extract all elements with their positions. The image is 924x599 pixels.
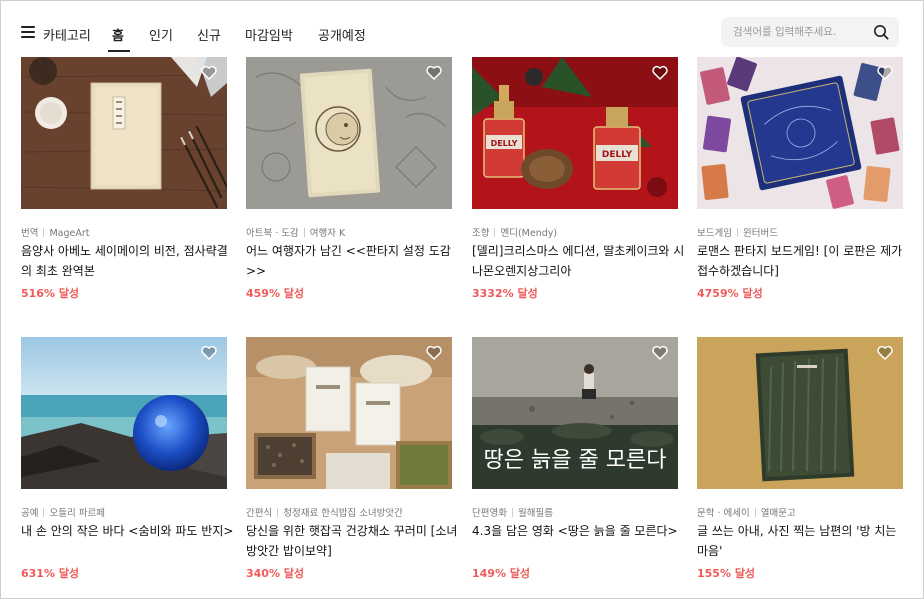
heart-icon[interactable] — [201, 345, 217, 360]
project-creator: MageArt — [49, 228, 90, 239]
project-category: 공예 오들리 파르페 — [21, 508, 105, 519]
funding-rate: 340% 달성 — [246, 567, 305, 580]
funding-rate: 3332% 달성 — [472, 287, 538, 300]
heart-icon[interactable] — [877, 345, 893, 360]
project-title[interactable]: 어느 여행자가 남긴 <<판타지 설정 도감>> — [246, 241, 460, 281]
project-creator: 멘디(Mendy) — [500, 228, 558, 239]
project-thumbnail — [21, 57, 227, 209]
project-title[interactable]: 글 쓰는 아내, 사진 찍는 남편의 '방 치는 마음' — [697, 521, 911, 561]
project-creator: 열매문고 — [760, 508, 796, 519]
heart-icon[interactable] — [201, 65, 217, 80]
funding-rate: 516% 달성 — [21, 287, 80, 300]
active-tab-indicator — [108, 50, 130, 52]
project-thumbnail — [246, 57, 452, 209]
project-creator: 여행자 K — [309, 228, 346, 239]
project-category: 아트북 · 도감 여행자 K — [246, 228, 346, 239]
search-icon[interactable] — [873, 24, 889, 40]
project-category: 보드게임 윈터버드 — [697, 228, 778, 239]
heart-icon[interactable] — [652, 345, 668, 360]
project-title[interactable]: 음양사 아베노 세이메이의 비전, 점사략결의 최초 완역본 — [21, 241, 235, 281]
svg-text:DELLY: DELLY — [491, 139, 518, 148]
project-creator: 윈터버드 — [742, 228, 778, 239]
funding-rate: 631% 달성 — [21, 567, 80, 580]
project-category: 간편식 청정재료 한식밥집 소녀방앗간 — [246, 508, 403, 519]
search-bar — [721, 17, 899, 47]
search-input[interactable] — [733, 24, 863, 40]
project-thumbnail — [697, 337, 903, 489]
tab-new[interactable]: 신규 — [197, 25, 221, 44]
project-thumbnail — [697, 57, 903, 209]
project-thumbnail — [246, 337, 452, 489]
tab-popular[interactable]: 인기 — [149, 25, 173, 44]
page-viewport: 카테고리 홈 인기 신규 마감임박 공개예정 검색어를 입력해주세요. 번역 M… — [13, 11, 913, 591]
project-thumbnail: DELLY DELLY — [472, 57, 678, 209]
svg-text:DELLY: DELLY — [602, 150, 633, 160]
tab-upcoming[interactable]: 공개예정 — [318, 25, 366, 44]
heart-icon[interactable] — [426, 345, 442, 360]
tab-home[interactable]: 홈 — [112, 25, 124, 44]
project-title[interactable]: 내 손 안의 작은 바다 <숨비와 파도 반지> — [21, 521, 235, 541]
funding-rate: 4759% 달성 — [697, 287, 763, 300]
project-creator: 청정재료 한식밥집 소녀방앗간 — [283, 508, 403, 519]
tab-closing-soon[interactable]: 마감임박 — [245, 25, 293, 44]
project-category: 문학 · 에세이 열매문고 — [697, 508, 796, 519]
hamburger-menu-icon[interactable] — [21, 26, 35, 38]
project-title[interactable]: 로맨스 판타지 보드게임! [이 로판은 제가 접수하겠습니다] — [697, 241, 911, 281]
project-category: 조향 멘디(Mendy) — [472, 228, 558, 239]
project-thumbnail: 땅은 늙을 줄 모른다 — [472, 337, 678, 489]
funding-rate: 155% 달성 — [697, 567, 756, 580]
project-category: 단편영화 월해필름 — [472, 508, 553, 519]
heart-icon[interactable] — [426, 65, 442, 80]
funding-rate: 149% 달성 — [472, 567, 531, 580]
project-category: 번역 MageArt — [21, 228, 90, 239]
heart-icon[interactable] — [877, 65, 893, 80]
heart-icon[interactable] — [652, 65, 668, 80]
project-title[interactable]: [델리]크리스마스 에디션, 딸초케이크와 시나몬오렌지상그리아 — [472, 241, 686, 281]
film-title-overlay: 땅은 늙을 줄 모른다 — [484, 448, 667, 473]
category-menu-label[interactable]: 카테고리 — [43, 25, 91, 44]
project-creator: 월해필름 — [517, 508, 553, 519]
project-thumbnail — [21, 337, 227, 489]
browser-frame: 카테고리 홈 인기 신규 마감임박 공개예정 검색어를 입력해주세요. 번역 M… — [0, 0, 924, 599]
project-creator: 오들리 파르페 — [49, 508, 105, 519]
top-navigation: 카테고리 홈 인기 신규 마감임박 공개예정 — [13, 11, 913, 55]
funding-rate: 459% 달성 — [246, 287, 305, 300]
project-title[interactable]: 당신을 위한 햇잡곡 건강채소 꾸러미 [소녀방앗간 밥이보약] — [246, 521, 460, 561]
project-title[interactable]: 4.3을 담은 영화 <땅은 늙을 줄 모른다> — [472, 521, 686, 541]
